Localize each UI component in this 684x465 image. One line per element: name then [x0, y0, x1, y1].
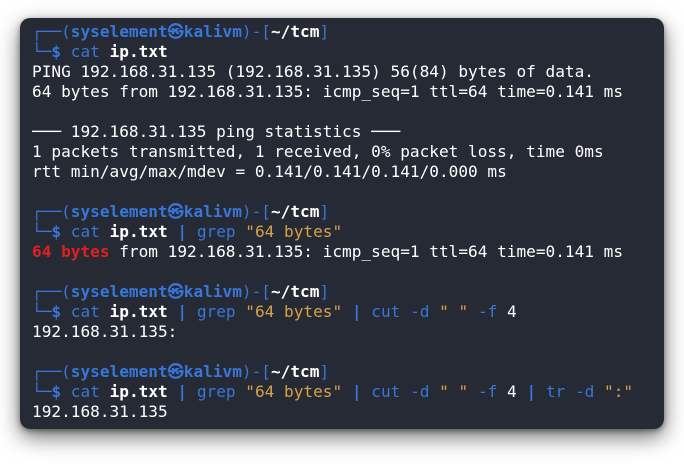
output-line: 64 bytes from 192.168.31.135: icmp_seq=1… [32, 242, 664, 262]
pipe-symbol: | [351, 382, 362, 401]
number-arg: 4 [507, 382, 517, 401]
prompt-frame: └─ [32, 42, 52, 61]
prompt-frame: ] [319, 22, 330, 41]
output-line: 1 packets transmitted, 1 received, 0% pa… [32, 142, 604, 161]
command-file-arg: ip.txt [109, 382, 168, 401]
pipe-symbol: | [177, 222, 188, 241]
prompt-header: ┌──(syselement㉿kalivm)-[~/tcm] [32, 202, 664, 222]
prompt-at-icon: ㉿ [167, 202, 184, 221]
option-flag: -f [477, 382, 498, 401]
prompt-frame: └─ [32, 382, 52, 401]
prompt-user: syselement [70, 22, 168, 41]
command-line[interactable]: └─$ cat ip.txt [32, 42, 664, 62]
command-name: cat [70, 382, 100, 401]
command-name: cat [70, 302, 100, 321]
output-line: ─── 192.168.31.135 ping statistics ─── [32, 122, 401, 141]
output-line: rtt min/avg/max/mdev = 0.141/0.141/0.141… [32, 162, 507, 181]
option-flag: -d [410, 382, 430, 401]
prompt-at-icon: ㉿ [167, 362, 184, 381]
prompt-frame: ┌──( [32, 202, 71, 221]
prompt-header: ┌──(syselement㉿kalivm)-[~/tcm] [32, 282, 664, 302]
string-arg: ":" [604, 382, 634, 401]
command-name: grep [196, 302, 236, 321]
prompt-symbol: $ [51, 42, 71, 61]
prompt-host: kalivm [183, 362, 242, 381]
command-name: cat [70, 222, 100, 241]
command-file-arg: ip.txt [109, 42, 168, 61]
prompt-frame: ] [319, 202, 330, 221]
prompt-frame: └─ [32, 302, 52, 321]
command-file-arg: ip.txt [109, 222, 168, 241]
prompt-frame: )-[ [241, 22, 271, 41]
prompt-path: ~/tcm [270, 22, 320, 41]
prompt-user: syselement [70, 362, 168, 381]
terminal-window[interactable]: ┌──(syselement㉿kalivm)-[~/tcm] └─$ cat i… [20, 18, 664, 429]
command-line[interactable]: └─$ cat ip.txt | grep "64 bytes" [32, 222, 664, 242]
command-line[interactable]: └─$ cat ip.txt | grep "64 bytes" | cut -… [32, 302, 664, 322]
command-name: cat [70, 42, 100, 61]
number-arg: 4 [507, 302, 517, 321]
prompt-host: kalivm [183, 22, 242, 41]
grep-match-highlight: 64 bytes [32, 242, 110, 261]
pipe-symbol: | [351, 302, 362, 321]
command-name: grep [196, 222, 236, 241]
prompt-host: kalivm [183, 282, 242, 301]
string-arg: "64 bytes" [245, 382, 343, 401]
command-name: tr [545, 382, 566, 401]
prompt-symbol: $ [51, 302, 71, 321]
prompt-path: ~/tcm [270, 282, 320, 301]
prompt-path: ~/tcm [270, 202, 320, 221]
prompt-frame: ┌──( [32, 362, 71, 381]
prompt-frame: ] [319, 282, 330, 301]
prompt-frame: )-[ [241, 202, 271, 221]
prompt-user: syselement [70, 202, 168, 221]
prompt-frame: ┌──( [32, 22, 71, 41]
pipe-symbol: | [177, 302, 188, 321]
prompt-path: ~/tcm [270, 362, 320, 381]
output-line: 192.168.31.135 [32, 402, 168, 421]
prompt-header: ┌──(syselement㉿kalivm)-[~/tcm] [32, 362, 664, 382]
prompt-frame: )-[ [241, 362, 271, 381]
prompt-symbol: $ [51, 222, 71, 241]
output-line: 64 bytes from 192.168.31.135: icmp_seq=1… [32, 82, 624, 101]
prompt-host: kalivm [183, 202, 242, 221]
output-line: 192.168.31.135: [32, 322, 178, 341]
command-line[interactable]: └─$ cat ip.txt | grep "64 bytes" | cut -… [32, 382, 664, 402]
command-name: cut [371, 302, 401, 321]
prompt-user: syselement [70, 282, 168, 301]
prompt-header: ┌──(syselement㉿kalivm)-[~/tcm] [32, 22, 664, 42]
pipe-symbol: | [526, 382, 537, 401]
option-flag: -d [410, 302, 430, 321]
option-flag: -d [574, 382, 595, 401]
string-arg: "64 bytes" [245, 302, 343, 321]
command-name: cut [371, 382, 401, 401]
prompt-frame: ┌──( [32, 282, 71, 301]
prompt-frame: └─ [32, 222, 52, 241]
output-text: from 192.168.31.135: icmp_seq=1 ttl=64 t… [109, 242, 624, 261]
option-flag: -f [477, 302, 498, 321]
prompt-symbol: $ [51, 382, 71, 401]
prompt-frame: )-[ [241, 282, 271, 301]
prompt-at-icon: ㉿ [167, 22, 184, 41]
prompt-at-icon: ㉿ [167, 282, 184, 301]
command-name: grep [196, 382, 236, 401]
command-file-arg: ip.txt [109, 302, 168, 321]
prompt-frame: ] [319, 362, 330, 381]
output-line: PING 192.168.31.135 (192.168.31.135) 56(… [32, 62, 594, 81]
string-arg: " " [439, 382, 469, 401]
string-arg: "64 bytes" [245, 222, 343, 241]
pipe-symbol: | [177, 382, 188, 401]
string-arg: " " [439, 302, 469, 321]
